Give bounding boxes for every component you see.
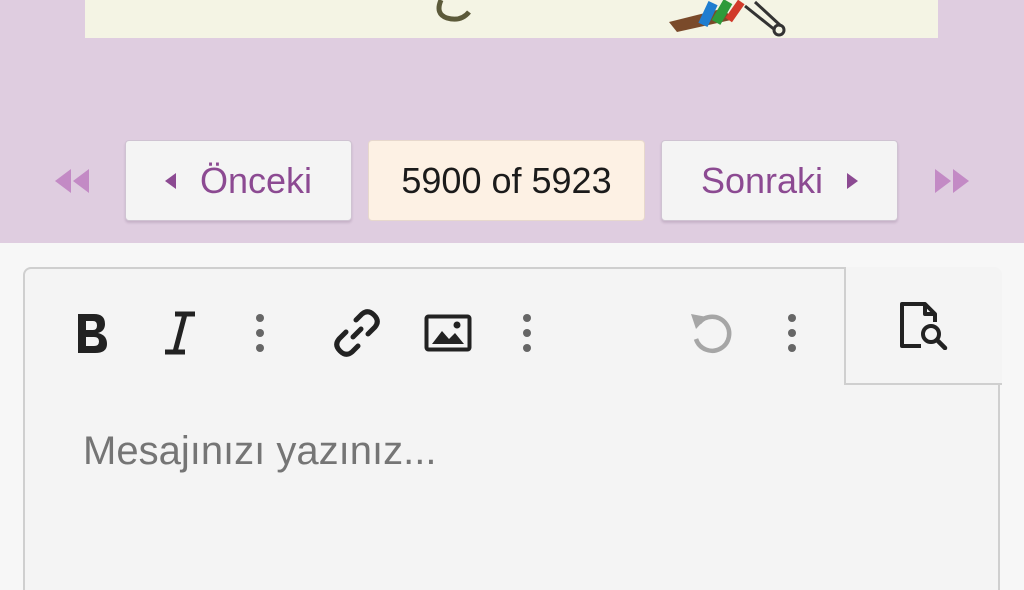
more-insert-options-button[interactable] bbox=[498, 305, 556, 361]
message-input[interactable] bbox=[83, 421, 943, 481]
previous-page-button[interactable]: Önceki bbox=[125, 140, 352, 221]
last-page-button[interactable] bbox=[931, 166, 975, 196]
caret-left-icon bbox=[164, 172, 176, 189]
undo-icon bbox=[691, 314, 732, 353]
page-counter: 5900 of 5923 bbox=[401, 159, 612, 201]
image-button[interactable] bbox=[419, 305, 477, 361]
bold-button[interactable] bbox=[63, 305, 121, 361]
next-label: Sonraki bbox=[700, 159, 824, 201]
first-page-button[interactable] bbox=[49, 166, 93, 196]
message-editor bbox=[23, 267, 1002, 590]
more-text-options-icon bbox=[256, 314, 264, 352]
more-text-options-button[interactable] bbox=[231, 305, 289, 361]
more-options-button[interactable] bbox=[763, 305, 821, 361]
more-insert-options-icon bbox=[523, 314, 531, 352]
undo-button[interactable] bbox=[682, 305, 740, 361]
italic-button[interactable] bbox=[151, 305, 209, 361]
previous-label: Önceki bbox=[199, 159, 313, 201]
preview-icon bbox=[900, 302, 948, 350]
current-page-indicator[interactable]: 5900 of 5923 bbox=[368, 140, 645, 221]
link-icon bbox=[334, 309, 380, 357]
caret-right-icon bbox=[847, 172, 859, 189]
link-button[interactable] bbox=[328, 305, 386, 361]
bold-icon bbox=[78, 314, 107, 353]
banner-image bbox=[85, 0, 938, 38]
editor-toolbar bbox=[25, 269, 844, 385]
italic-icon bbox=[165, 311, 195, 355]
image-icon bbox=[424, 314, 472, 352]
next-page-button[interactable]: Sonraki bbox=[661, 140, 898, 221]
pagination: Önceki 5900 of 5923 Sonraki bbox=[0, 140, 1024, 222]
double-chevron-right-icon bbox=[935, 169, 969, 193]
more-options-icon bbox=[788, 314, 796, 352]
preview-button[interactable] bbox=[844, 267, 1002, 385]
double-chevron-left-icon bbox=[55, 169, 89, 193]
